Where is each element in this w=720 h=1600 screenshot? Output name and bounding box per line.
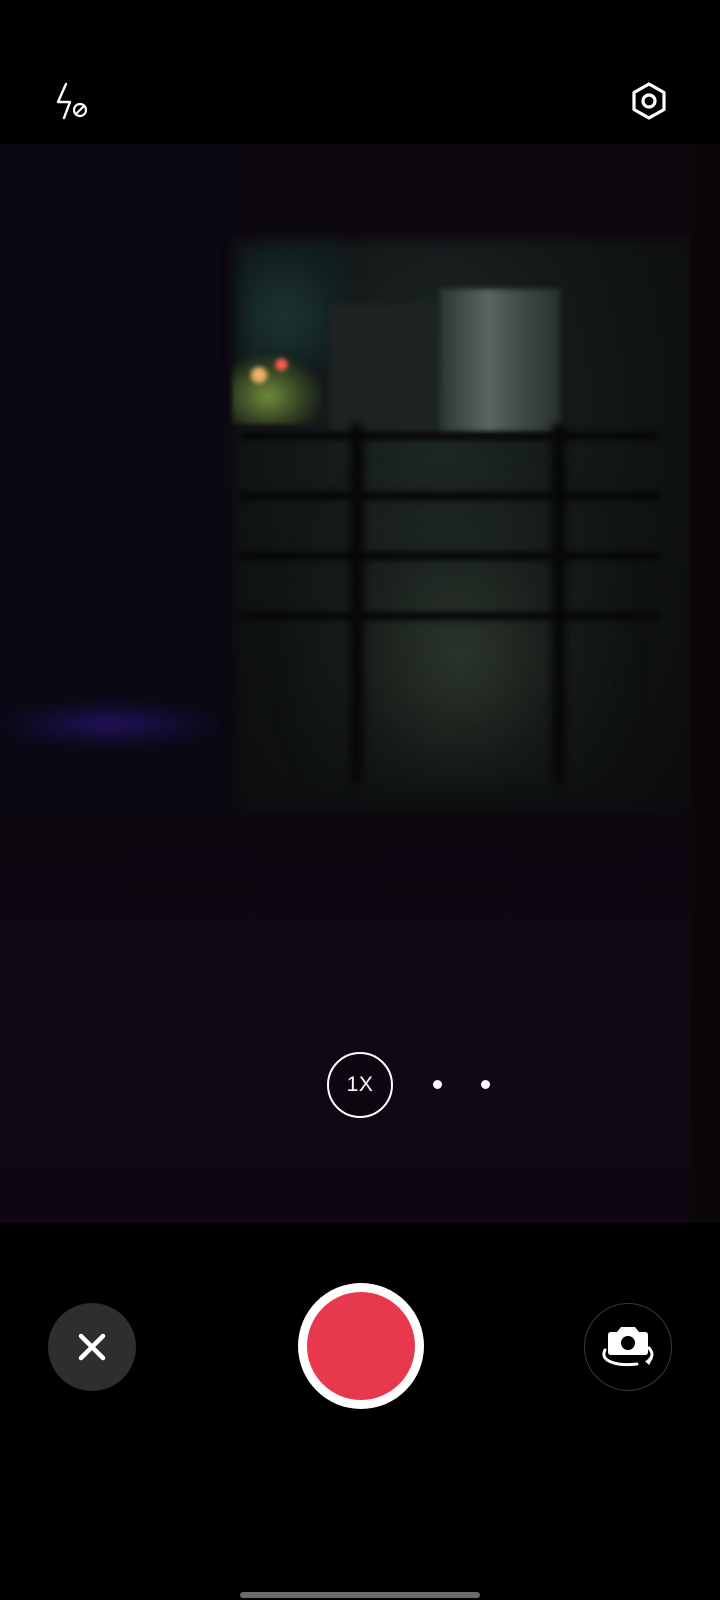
record-indicator <box>307 1292 415 1400</box>
home-indicator[interactable] <box>240 1592 480 1598</box>
viewfinder-rail <box>240 492 660 500</box>
settings-button[interactable] <box>624 76 674 126</box>
viewfinder-rail-post <box>350 424 364 784</box>
record-button[interactable] <box>298 1283 424 1409</box>
viewfinder-rail <box>240 612 660 620</box>
camera-switch-icon <box>602 1327 654 1367</box>
viewfinder-balcony-glow <box>290 464 630 784</box>
viewfinder-rail-post <box>552 424 566 784</box>
zoom-option-dot[interactable] <box>481 1080 490 1089</box>
viewfinder-building <box>440 289 560 434</box>
zoom-controls: 1X <box>0 1052 720 1118</box>
viewfinder-building <box>330 304 440 434</box>
close-button[interactable] <box>48 1303 136 1391</box>
zoom-option-dot[interactable] <box>433 1080 442 1089</box>
flash-off-icon <box>56 82 88 120</box>
camera-screen: 1X <box>0 0 720 1600</box>
viewfinder-purple-light <box>0 704 220 744</box>
switch-camera-button[interactable] <box>584 1303 672 1391</box>
flash-toggle-button[interactable] <box>46 76 98 128</box>
settings-hexagon-icon <box>632 82 666 120</box>
viewfinder-rail <box>240 552 660 560</box>
viewfinder-floor <box>0 814 720 1223</box>
bottom-controls <box>0 1223 720 1600</box>
zoom-level-button[interactable]: 1X <box>327 1052 393 1118</box>
viewfinder-rail <box>240 432 660 440</box>
top-bar <box>0 0 720 144</box>
viewfinder-city-lights <box>232 354 322 424</box>
close-icon <box>78 1333 106 1361</box>
